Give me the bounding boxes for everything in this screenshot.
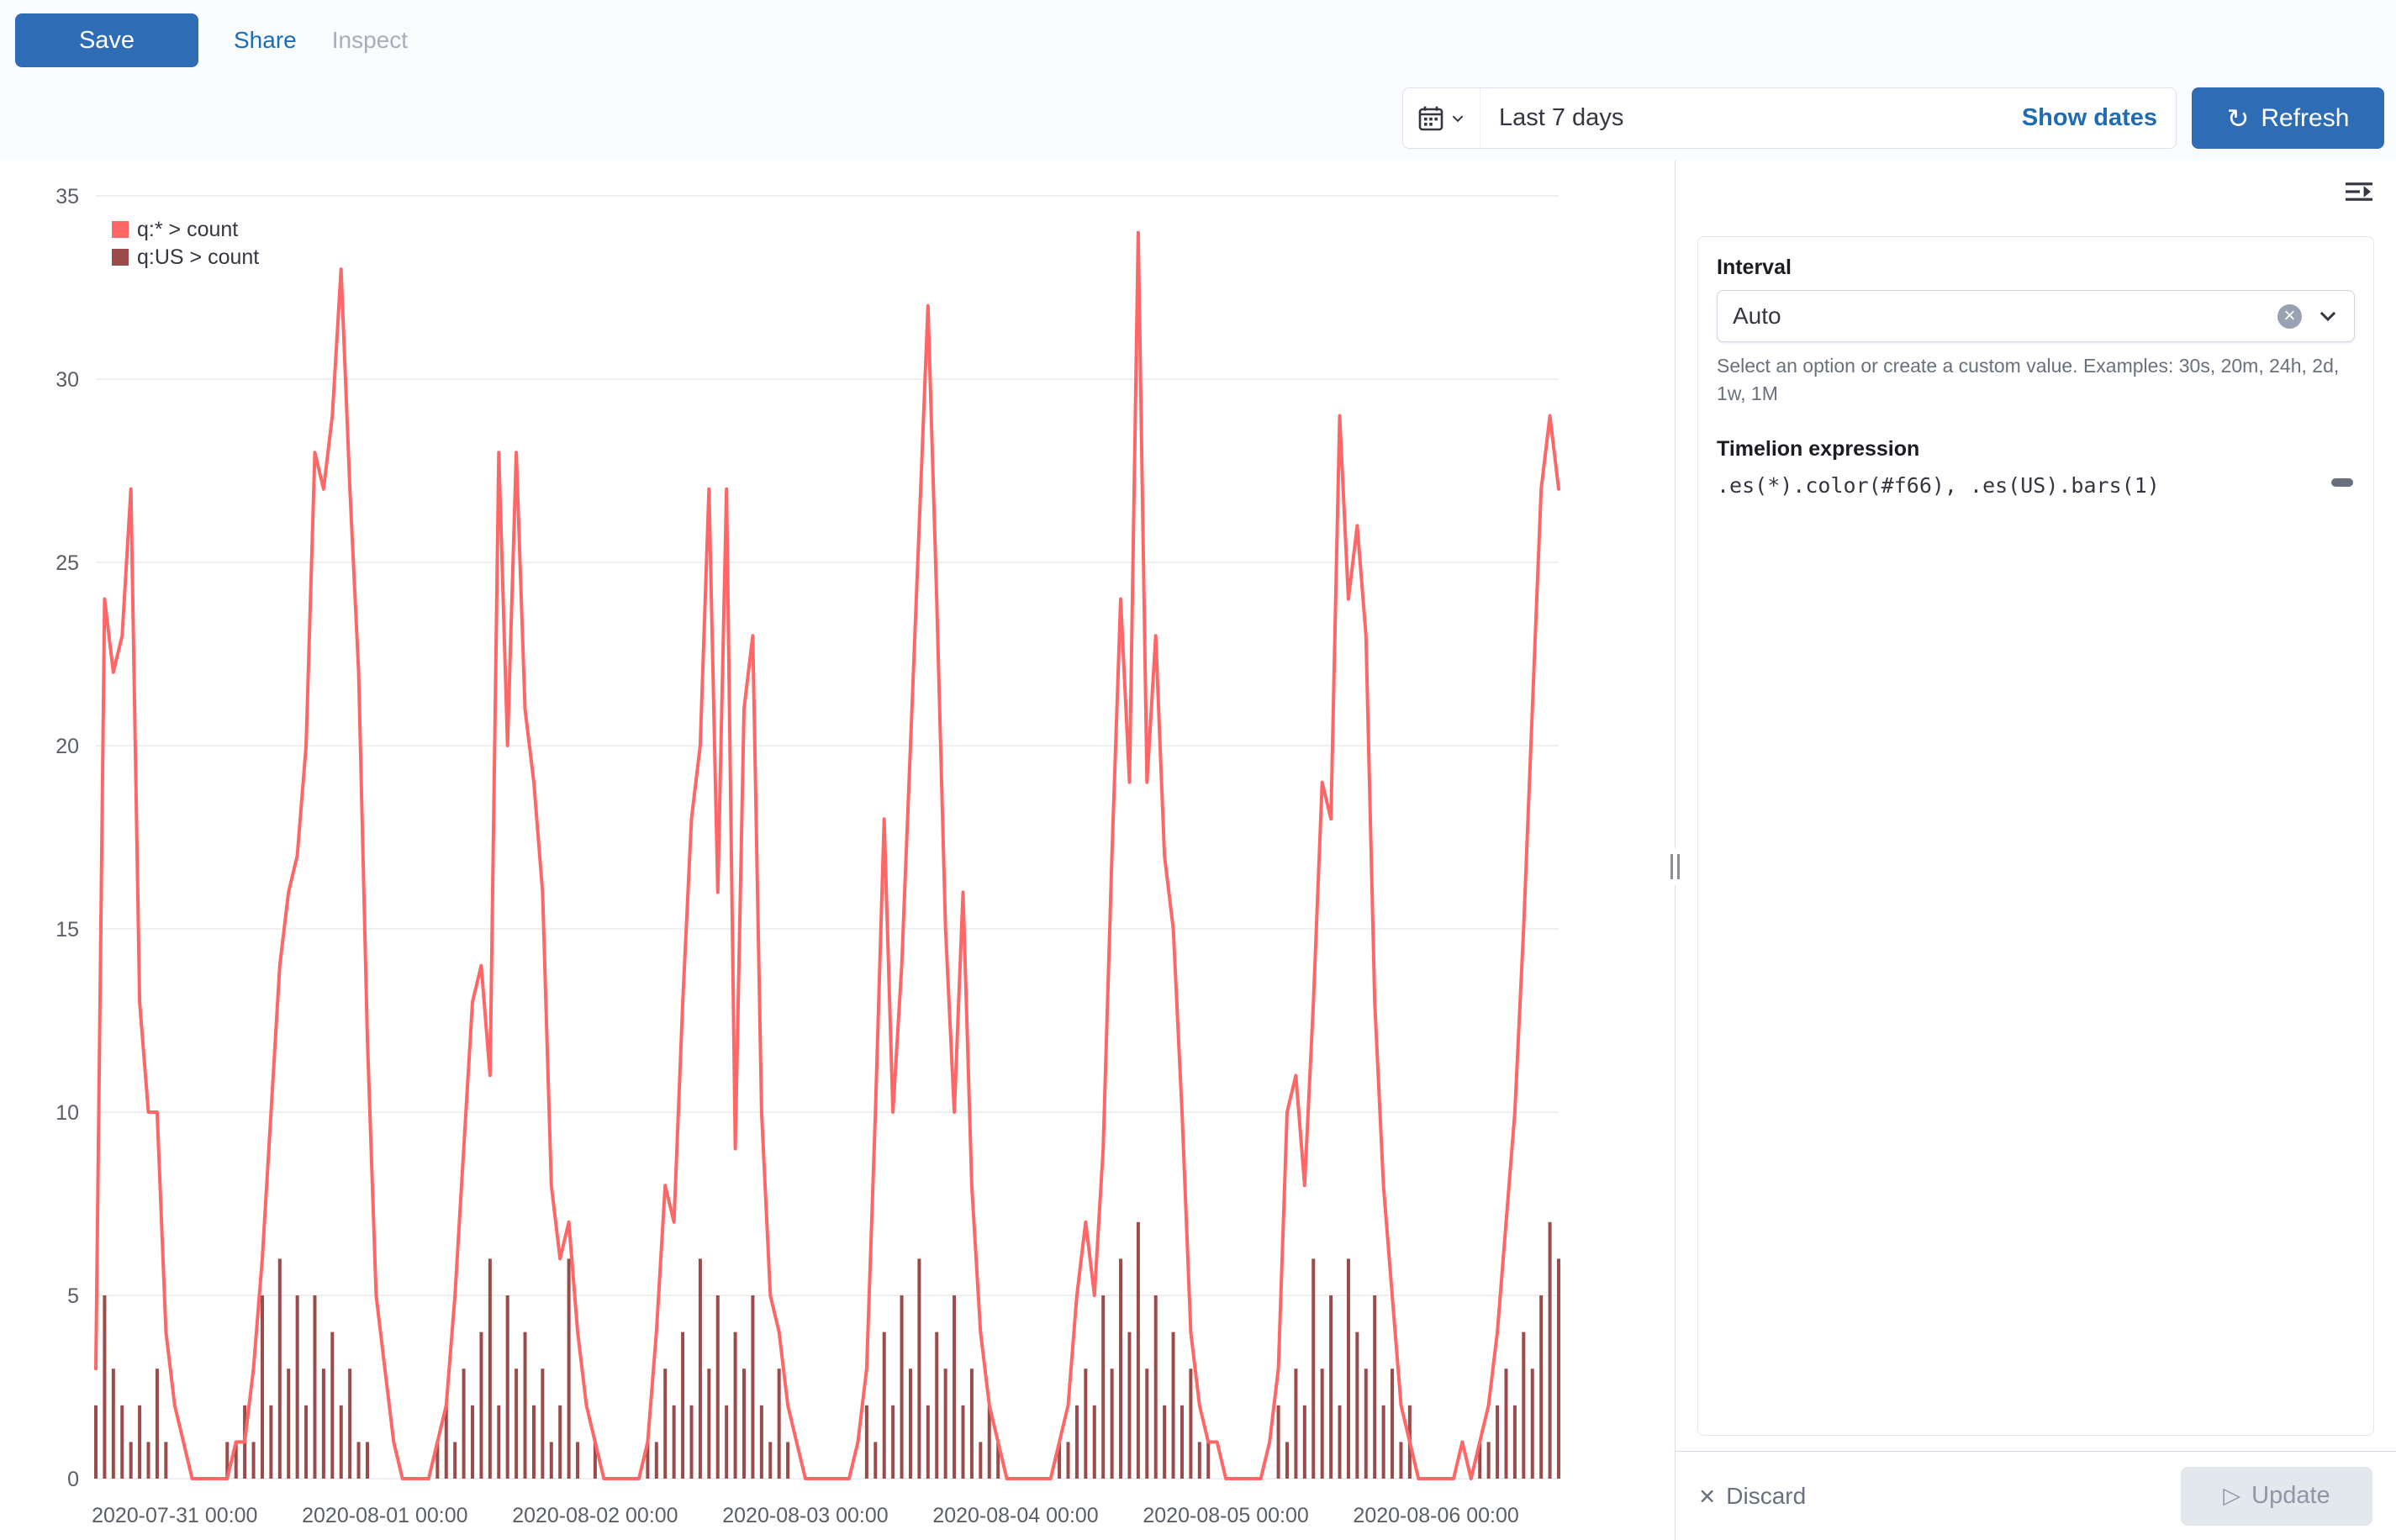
- update-button[interactable]: ▷ Update: [2181, 1467, 2372, 1526]
- svg-text:2020-08-06 00:00: 2020-08-06 00:00: [1353, 1504, 1518, 1527]
- discard-button[interactable]: × Discard: [1699, 1482, 1806, 1510]
- interval-help-text: Select an option or create a custom valu…: [1717, 352, 2355, 409]
- svg-text:0: 0: [67, 1468, 79, 1491]
- svg-text:15: 15: [55, 918, 79, 941]
- top-toolbar: Save Share Inspect: [15, 13, 2384, 67]
- svg-text:2020-08-03 00:00: 2020-08-03 00:00: [722, 1504, 888, 1527]
- resizer-grip-icon[interactable]: [1666, 848, 1683, 885]
- interval-combobox[interactable]: Auto ×: [1717, 290, 2355, 342]
- panel-resizer[interactable]: [1675, 161, 1676, 1540]
- play-icon: ▷: [2223, 1485, 2240, 1507]
- time-toolbar: Last 7 days Show dates ↻ Refresh: [15, 87, 2384, 149]
- show-dates-button[interactable]: Show dates: [2022, 104, 2157, 132]
- clear-interval-icon[interactable]: ×: [2277, 304, 2302, 329]
- menu-right-icon: [2346, 178, 2372, 205]
- refresh-label: Refresh: [2261, 104, 2349, 133]
- editor-sidebar: Interval Auto × Select an option or crea…: [1676, 161, 2396, 1540]
- svg-text:2020-08-02 00:00: 2020-08-02 00:00: [512, 1504, 678, 1527]
- options-form: Interval Auto × Select an option or crea…: [1697, 236, 2374, 1436]
- calendar-icon: [1417, 105, 1444, 132]
- update-label: Update: [2251, 1482, 2330, 1510]
- timelion-chart[interactable]: 0 5 10 15 20 25 30 35 2020-07-31 00:00 2020-08-01…: [0, 161, 1675, 1540]
- save-button[interactable]: Save: [15, 13, 198, 67]
- svg-text:2020-08-04 00:00: 2020-08-04 00:00: [932, 1504, 1098, 1527]
- svg-text:5: 5: [67, 1284, 79, 1308]
- inspect-link[interactable]: Inspect: [332, 27, 408, 54]
- editor-scrollbar[interactable]: [2331, 478, 2353, 487]
- time-range-value[interactable]: Last 7 days: [1499, 104, 1623, 132]
- collapse-panel-button[interactable]: [2342, 175, 2376, 211]
- svg-text:2020-08-05 00:00: 2020-08-05 00:00: [1143, 1504, 1308, 1527]
- share-link[interactable]: Share: [234, 27, 297, 54]
- refresh-icon: ↻: [2227, 105, 2250, 132]
- svg-text:10: 10: [55, 1101, 79, 1125]
- svg-text:q:US > count: q:US > count: [137, 245, 259, 269]
- discard-label: Discard: [1726, 1483, 1806, 1510]
- date-picker[interactable]: Last 7 days Show dates: [1402, 87, 2177, 149]
- main-content: 0 5 10 15 20 25 30 35 2020-07-31 00:00 2020-08-01…: [0, 161, 2396, 1540]
- svg-text:20: 20: [55, 735, 79, 758]
- chevron-down-icon: [1450, 111, 1465, 126]
- sidebar-footer: × Discard ▷ Update: [1676, 1451, 2396, 1540]
- interval-label: Interval: [1717, 256, 2355, 280]
- svg-text:30: 30: [55, 368, 79, 392]
- expression-label: Timelion expression: [1717, 437, 2355, 461]
- expression-value[interactable]: .es(*).color(#f66), .es(US).bars(1): [1717, 473, 2160, 498]
- svg-text:35: 35: [55, 185, 79, 208]
- svg-text:2020-07-31 00:00: 2020-07-31 00:00: [92, 1504, 257, 1527]
- chevron-down-icon[interactable]: [2317, 305, 2339, 327]
- chart-panel: 0 5 10 15 20 25 30 35 2020-07-31 00:00 2020-08-01…: [0, 161, 1675, 1540]
- svg-text:25: 25: [55, 551, 79, 575]
- app-header: Save Share Inspect: [0, 0, 2396, 161]
- expression-editor[interactable]: .es(*).color(#f66), .es(US).bars(1): [1717, 473, 2355, 1416]
- interval-value: Auto: [1733, 303, 2277, 330]
- sidebar-toolbar: [1676, 161, 2396, 224]
- svg-text:q:* > count: q:* > count: [137, 218, 238, 241]
- close-icon: ×: [1699, 1482, 1715, 1510]
- refresh-button[interactable]: ↻ Refresh: [2192, 87, 2384, 149]
- quick-select-button[interactable]: [1403, 88, 1480, 148]
- svg-text:2020-08-01 00:00: 2020-08-01 00:00: [302, 1504, 467, 1527]
